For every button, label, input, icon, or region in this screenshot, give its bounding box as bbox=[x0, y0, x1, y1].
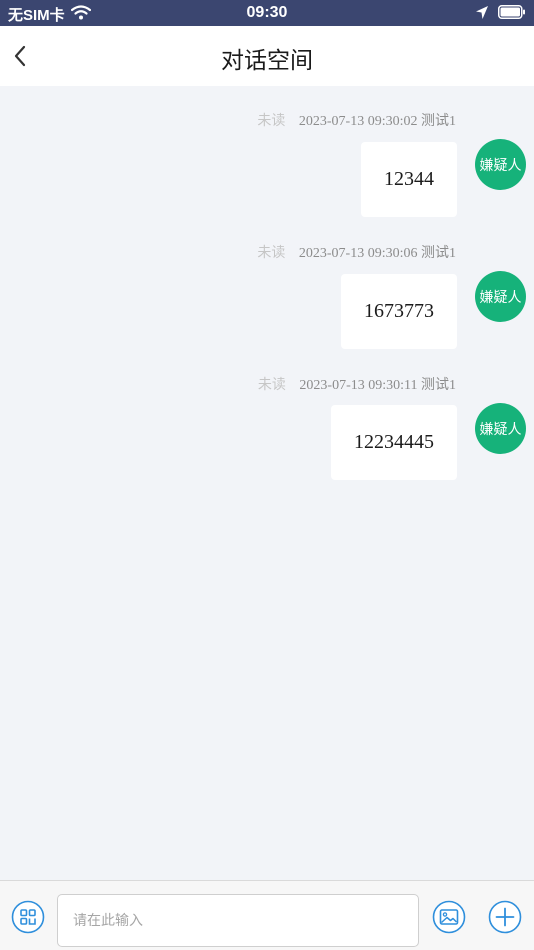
message-timestamp: 2023-07-13 09:30:11 bbox=[299, 378, 418, 393]
avatar[interactable]: 嫌疑人 bbox=[475, 139, 526, 190]
chat-area[interactable]: 未读 2023-07-13 09:30:02 测试1 12344 嫌疑人 未读 … bbox=[0, 86, 534, 880]
message-bubble[interactable]: 1673773 bbox=[341, 274, 457, 349]
avatar[interactable]: 嫌疑人 bbox=[475, 403, 526, 454]
unread-status: 未读 bbox=[257, 377, 286, 393]
nav-bar: 对话空间 bbox=[0, 26, 534, 86]
message-bubble[interactable]: 12234445 bbox=[331, 405, 457, 480]
page-title: 对话空间 bbox=[221, 48, 313, 74]
message-sender: 测试1 bbox=[421, 246, 456, 261]
image-icon bbox=[432, 900, 466, 934]
battery-icon bbox=[498, 5, 526, 24]
message-timestamp: 2023-07-13 09:30:02 bbox=[298, 114, 418, 129]
qr-code-button[interactable] bbox=[11, 900, 45, 934]
status-right bbox=[476, 5, 526, 24]
message-sender: 测试1 bbox=[421, 378, 456, 393]
qr-code-icon bbox=[11, 900, 45, 934]
message-meta: 未读 2023-07-13 09:30:11 测试1 bbox=[258, 374, 456, 394]
status-bar: 无SIM卡 09:30 bbox=[0, 0, 534, 26]
input-bar bbox=[0, 880, 534, 950]
message-timestamp: 2023-07-13 09:30:06 bbox=[298, 246, 418, 261]
unread-status: 未读 bbox=[257, 245, 286, 261]
image-button[interactable] bbox=[432, 900, 466, 934]
message-sender: 测试1 bbox=[421, 114, 456, 129]
unread-status: 未读 bbox=[257, 113, 286, 129]
message-meta: 未读 2023-07-13 09:30:06 测试1 bbox=[257, 242, 456, 262]
message-input[interactable] bbox=[57, 894, 419, 947]
location-arrow-icon bbox=[476, 5, 488, 24]
status-time: 09:30 bbox=[246, 4, 288, 21]
message-bubble[interactable]: 12344 bbox=[361, 142, 457, 217]
message-meta: 未读 2023-07-13 09:30:02 测试1 bbox=[257, 110, 456, 130]
add-button[interactable] bbox=[488, 900, 522, 934]
plus-icon bbox=[488, 900, 522, 934]
avatar[interactable]: 嫌疑人 bbox=[475, 271, 526, 322]
